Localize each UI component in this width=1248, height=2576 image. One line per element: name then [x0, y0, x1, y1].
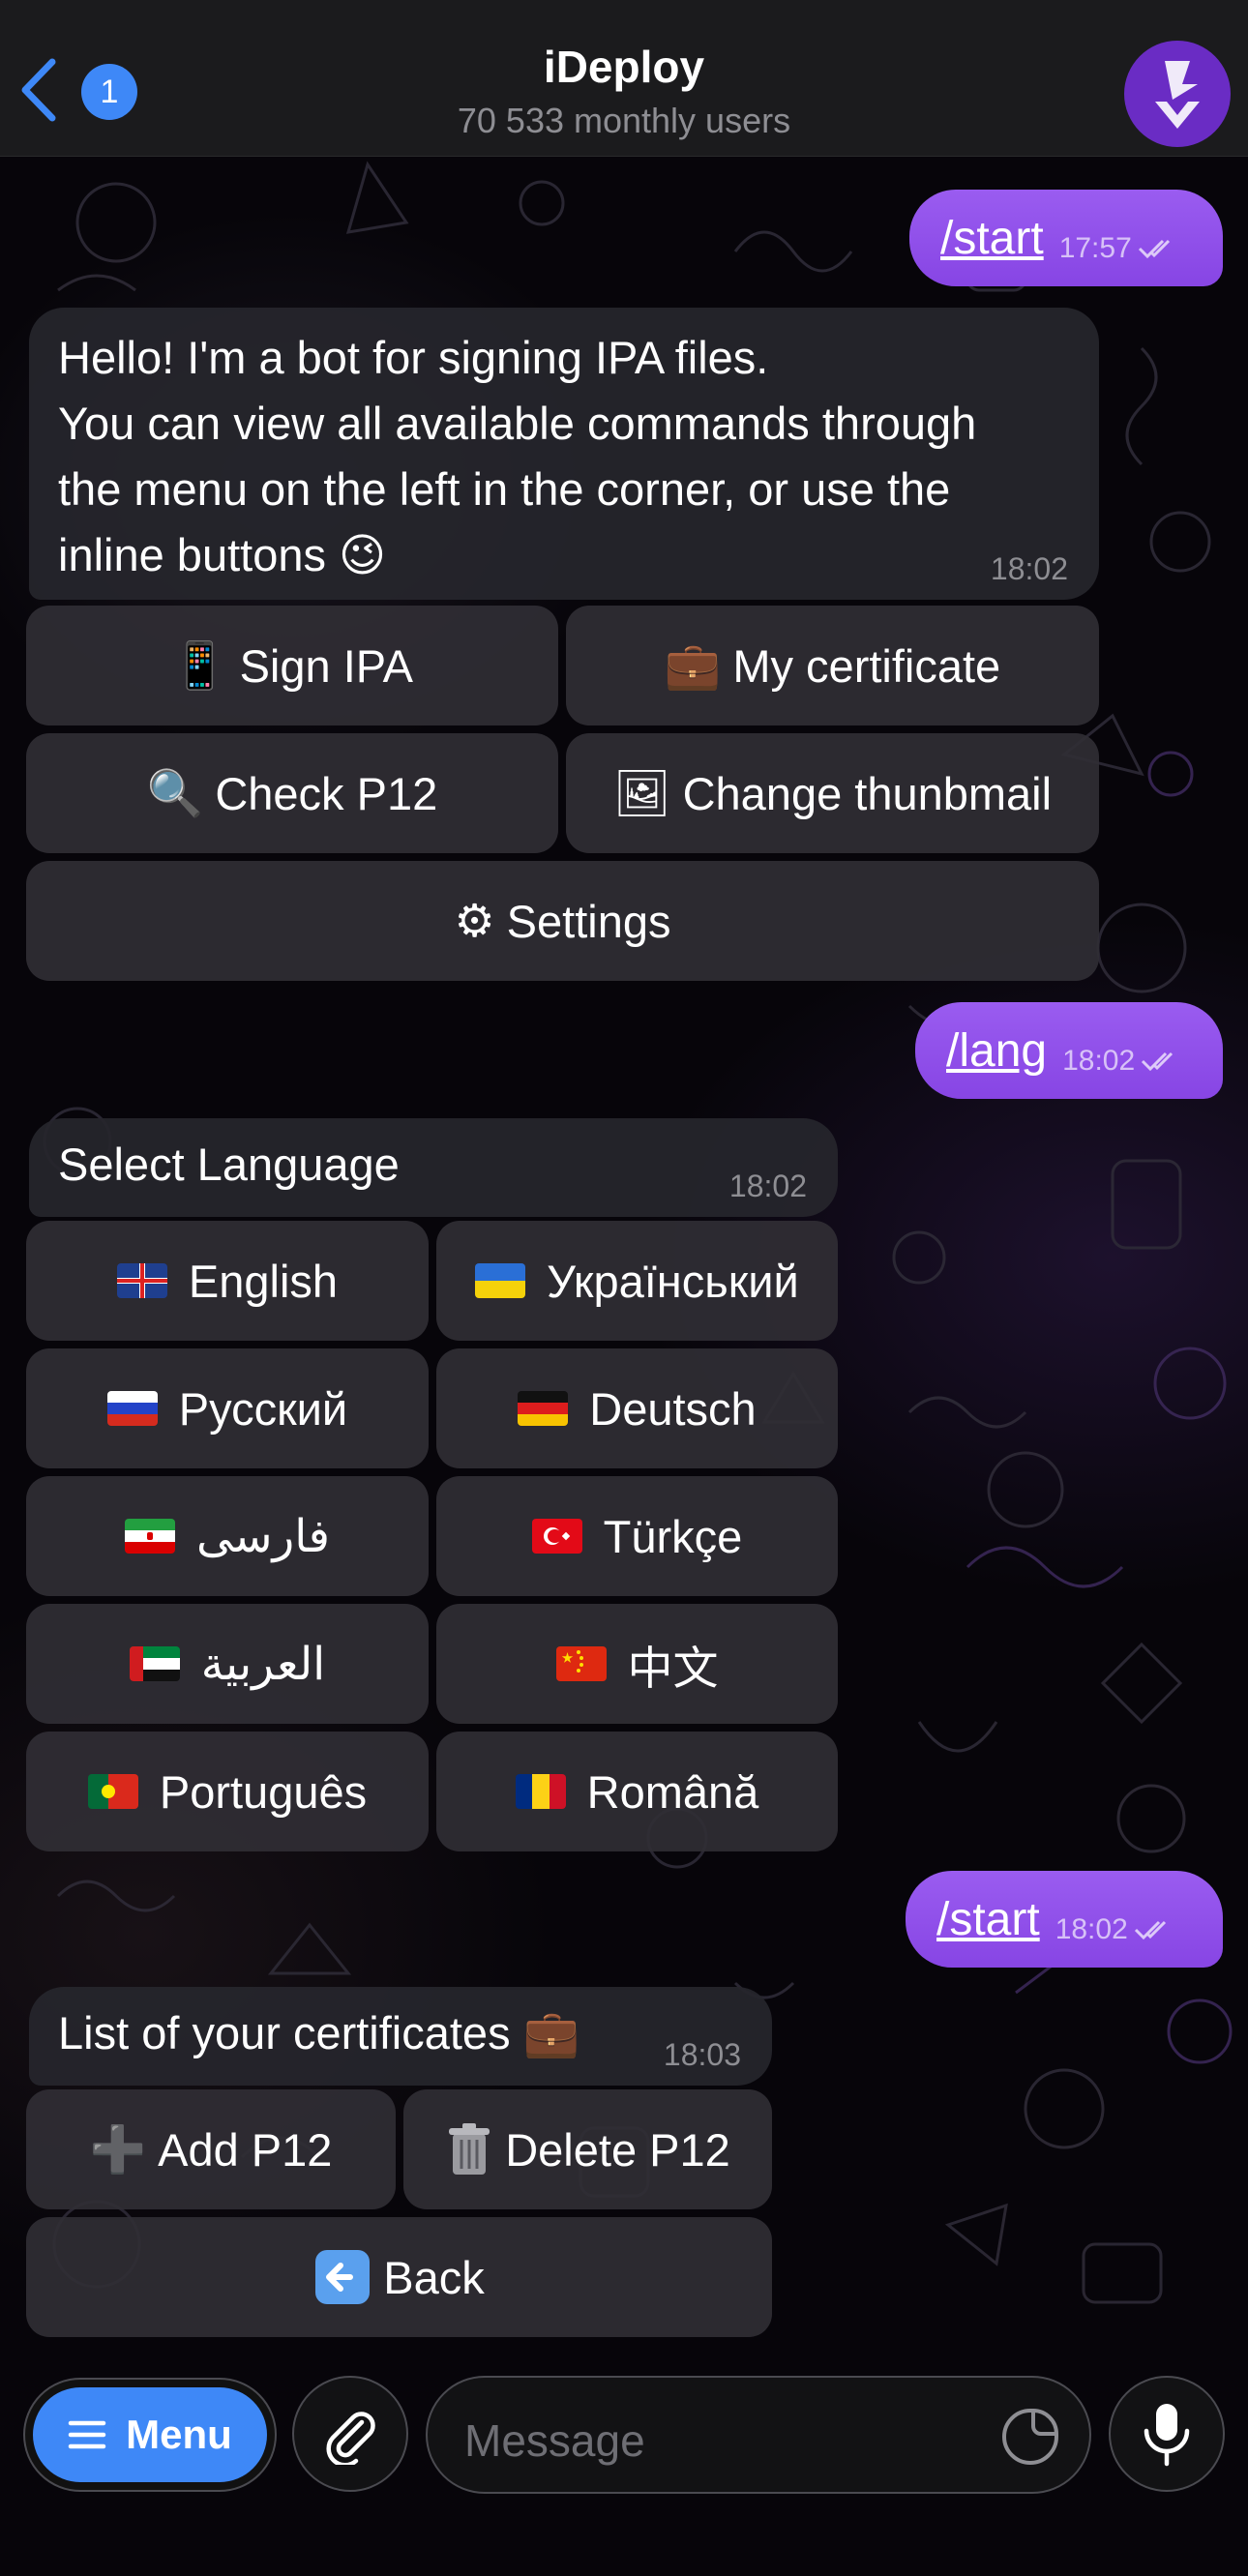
magnifier-icon: 🔍 [146, 766, 204, 820]
button-label: Русский [178, 1382, 348, 1435]
microphone-icon [1144, 2404, 1190, 2467]
china-flag-icon [555, 1646, 607, 1681]
picture-icon: 🖼 [612, 766, 671, 820]
button-label: Check P12 [215, 767, 438, 819]
romania-flag-icon [515, 1774, 566, 1809]
message-meta: 17:57 [1059, 232, 1180, 265]
hamburger-icon [68, 2420, 106, 2449]
message-meta: 18:02 [1055, 1913, 1176, 1946]
outgoing-message[interactable]: /lang 18:02 [915, 1002, 1223, 1099]
message-line: Hello! I'm a bot for signing IPA files. [58, 332, 769, 383]
language-chinese-button[interactable]: 中文 [436, 1604, 838, 1724]
command-link[interactable]: /start [936, 1893, 1040, 1946]
button-label: Sign IPA [239, 639, 413, 692]
incoming-message: Select Language 18:02 [29, 1118, 838, 1217]
language-portuguese-button[interactable]: Português [26, 1732, 429, 1851]
bot-logo-icon [1155, 61, 1200, 129]
button-label: Back [383, 2251, 485, 2303]
germany-flag-icon [518, 1391, 569, 1426]
message-text: List of your certificates 💼 [58, 2007, 580, 2058]
message-text: Select Language [58, 1139, 400, 1190]
button-label: Delete P12 [505, 2123, 730, 2176]
trash-icon [445, 2122, 493, 2176]
message-time: 18:02 [1055, 1913, 1128, 1945]
language-arabic-button[interactable]: العربية [26, 1604, 429, 1724]
russia-flag-icon [106, 1391, 158, 1426]
outgoing-message[interactable]: /start 18:02 [906, 1871, 1223, 1968]
sign-ipa-button[interactable]: 📱 Sign IPA [26, 606, 558, 725]
turkey-flag-icon [531, 1519, 582, 1554]
message-line: the menu on the left in the corner, or u… [58, 463, 951, 515]
button-label: Deutsch [589, 1382, 757, 1435]
iran-flag-icon [124, 1519, 175, 1554]
outgoing-message[interactable]: /start 17:57 [909, 190, 1223, 286]
uae-flag-icon [129, 1646, 180, 1681]
language-turkish-button[interactable]: Türkçe [436, 1476, 838, 1596]
button-label: فارسی [195, 1510, 331, 1561]
message-line: You can view all available commands thro… [58, 398, 977, 449]
message-time: 18:02 [728, 1169, 807, 1203]
command-link[interactable]: /start [940, 212, 1044, 265]
button-label: English [188, 1255, 339, 1307]
message-meta: 18:02 [1062, 1045, 1183, 1078]
message-time: 18:02 [1062, 1045, 1136, 1077]
button-label: Türkçe [603, 1510, 743, 1562]
add-p12-button[interactable]: ➕ Add P12 [26, 2089, 396, 2209]
chat-header: 1 iDeploy 70 533 monthly users [0, 0, 1248, 157]
language-romanian-button[interactable]: Română [436, 1732, 838, 1851]
check-p12-button[interactable]: 🔍 Check P12 [26, 733, 558, 853]
incoming-message: List of your certificates 💼 18:03 [29, 1987, 772, 2086]
voice-button[interactable] [1109, 2376, 1225, 2492]
language-german-button[interactable]: Deutsch [436, 1348, 838, 1468]
button-label: Română [586, 1765, 759, 1818]
button-label: Change thunbmail [682, 767, 1053, 819]
sticker-button[interactable] [1000, 2407, 1060, 2472]
menu-button[interactable]: Menu [23, 2378, 277, 2492]
message-placeholder: Message [464, 2415, 645, 2466]
attach-button[interactable] [292, 2376, 408, 2492]
settings-button[interactable]: ⚙ Settings [26, 861, 1099, 981]
double-check-icon [1138, 239, 1170, 259]
sticker-icon [1002, 2409, 1058, 2465]
command-link[interactable]: /lang [946, 1024, 1047, 1078]
input-bar: Menu Message [0, 2360, 1248, 2576]
double-check-icon [1134, 1920, 1166, 1940]
change-thumbnail-button[interactable]: 🖼 Change thunbmail [566, 733, 1099, 853]
message-time: 17:57 [1058, 232, 1132, 264]
button-label: My certificate [732, 639, 1001, 692]
ukraine-flag-icon [475, 1263, 526, 1298]
phone-icon: 📱 [171, 638, 228, 693]
menu-label: Menu [126, 2412, 232, 2457]
button-label: Português [159, 1765, 368, 1818]
bot-avatar[interactable] [1124, 41, 1231, 147]
back-keyboard-button[interactable]: Back [26, 2217, 772, 2337]
button-label: Український [547, 1255, 799, 1307]
language-russian-button[interactable]: Русский [26, 1348, 429, 1468]
message-time: 18:02 [990, 551, 1068, 586]
message-input[interactable]: Message [426, 2376, 1091, 2494]
button-label: Settings [506, 895, 671, 947]
button-label: 中文 [627, 1642, 719, 1694]
button-label: العربية [200, 1638, 326, 1689]
message-line: inline buttons 😉 [58, 529, 387, 580]
message-time: 18:03 [663, 2037, 741, 2072]
plus-icon: ➕ [89, 2122, 147, 2176]
chat-subtitle: 70 533 monthly users [457, 101, 791, 140]
language-persian-button[interactable]: فارسی [26, 1476, 429, 1596]
delete-p12-button[interactable]: Delete P12 [403, 2089, 772, 2209]
language-ukrainian-button[interactable]: Український [436, 1221, 838, 1341]
my-certificate-button[interactable]: 💼 My certificate [566, 606, 1099, 725]
language-english-button[interactable]: English [26, 1221, 429, 1341]
portugal-flag-icon [87, 1774, 138, 1809]
double-check-icon [1142, 1051, 1174, 1072]
left-arrow-icon [313, 2248, 371, 2306]
paperclip-icon [326, 2412, 375, 2465]
gear-icon: ⚙ [454, 894, 495, 948]
chat-title[interactable]: iDeploy [0, 41, 1248, 93]
briefcase-icon: 💼 [664, 638, 722, 693]
incoming-message: Hello! I'm a bot for signing IPA files. … [29, 308, 1099, 600]
menu-button-inner[interactable]: Menu [33, 2387, 267, 2482]
button-label: Add P12 [158, 2123, 333, 2176]
uk-flag-icon [116, 1263, 167, 1298]
